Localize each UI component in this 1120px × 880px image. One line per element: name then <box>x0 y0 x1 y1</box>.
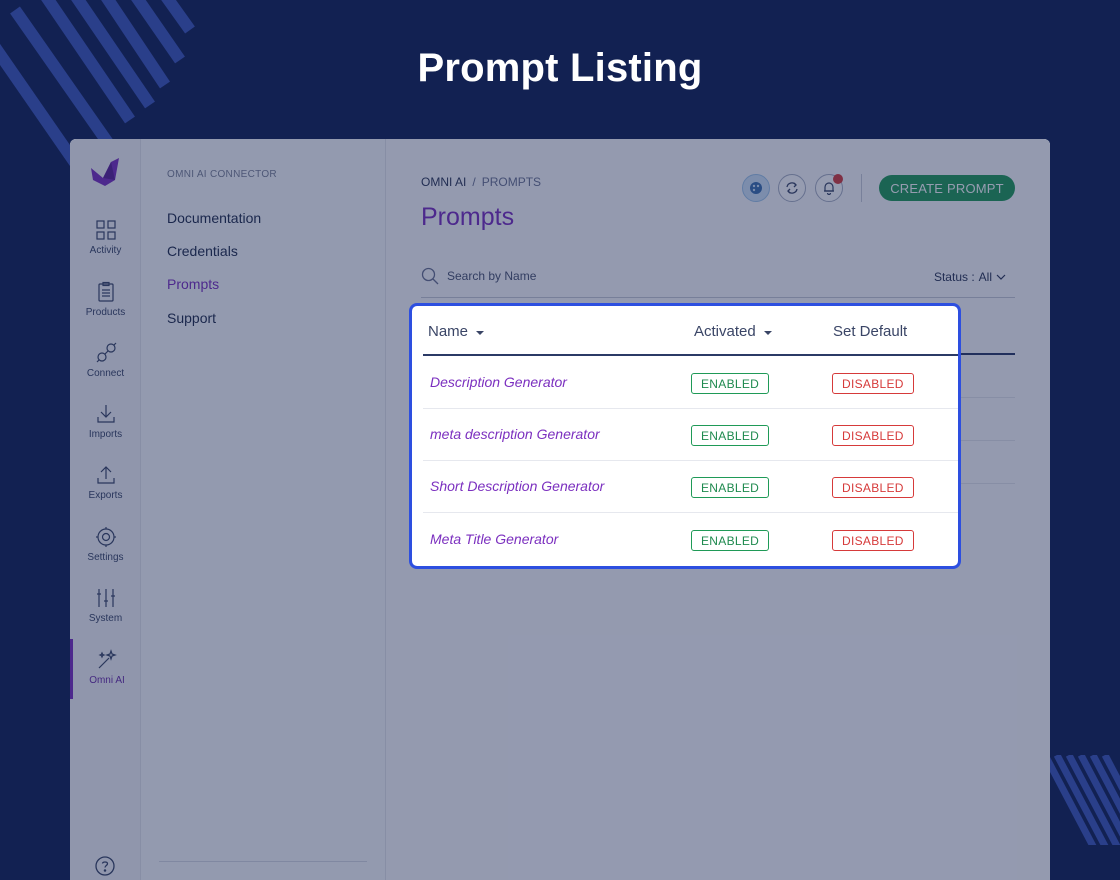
headline: Prompt Listing <box>417 46 703 90</box>
decorative-stripes-right <box>1045 755 1120 845</box>
table-header: Name Activated Set Default <box>423 306 958 356</box>
activated-status-badge[interactable]: ENABLED <box>691 373 770 394</box>
table-row[interactable]: Short Description Generator ENABLED DISA… <box>423 461 958 513</box>
column-header-label: Name <box>428 323 469 340</box>
column-header-activated[interactable]: Activated <box>694 323 772 340</box>
activated-status-badge[interactable]: ENABLED <box>691 530 770 551</box>
table-row[interactable]: Description Generator ENABLED DISABLED <box>423 357 958 409</box>
default-status-badge[interactable]: DISABLED <box>832 373 914 394</box>
prompt-name-link[interactable]: Meta Title Generator <box>430 531 558 547</box>
activated-status-badge[interactable]: ENABLED <box>691 477 770 498</box>
table-row[interactable]: meta description Generator ENABLED DISAB… <box>423 409 958 461</box>
column-header-label: Set Default <box>833 323 908 340</box>
sort-caret-icon <box>476 330 485 335</box>
default-status-badge[interactable]: DISABLED <box>832 477 914 498</box>
activated-status-badge[interactable]: ENABLED <box>691 425 770 446</box>
prompts-table-highlight: Name Activated Set Default Description G… <box>409 303 961 569</box>
column-header-label: Activated <box>694 323 756 340</box>
column-header-name[interactable]: Name <box>428 323 485 340</box>
sort-caret-icon <box>763 330 772 335</box>
table-row[interactable]: Meta Title Generator ENABLED DISABLED <box>423 514 958 566</box>
default-status-badge[interactable]: DISABLED <box>832 530 914 551</box>
prompt-name-link[interactable]: Short Description Generator <box>430 478 604 494</box>
prompt-name-link[interactable]: meta description Generator <box>430 426 600 442</box>
default-status-badge[interactable]: DISABLED <box>832 425 914 446</box>
prompt-name-link[interactable]: Description Generator <box>430 374 567 390</box>
column-header-set-default: Set Default <box>833 323 907 340</box>
